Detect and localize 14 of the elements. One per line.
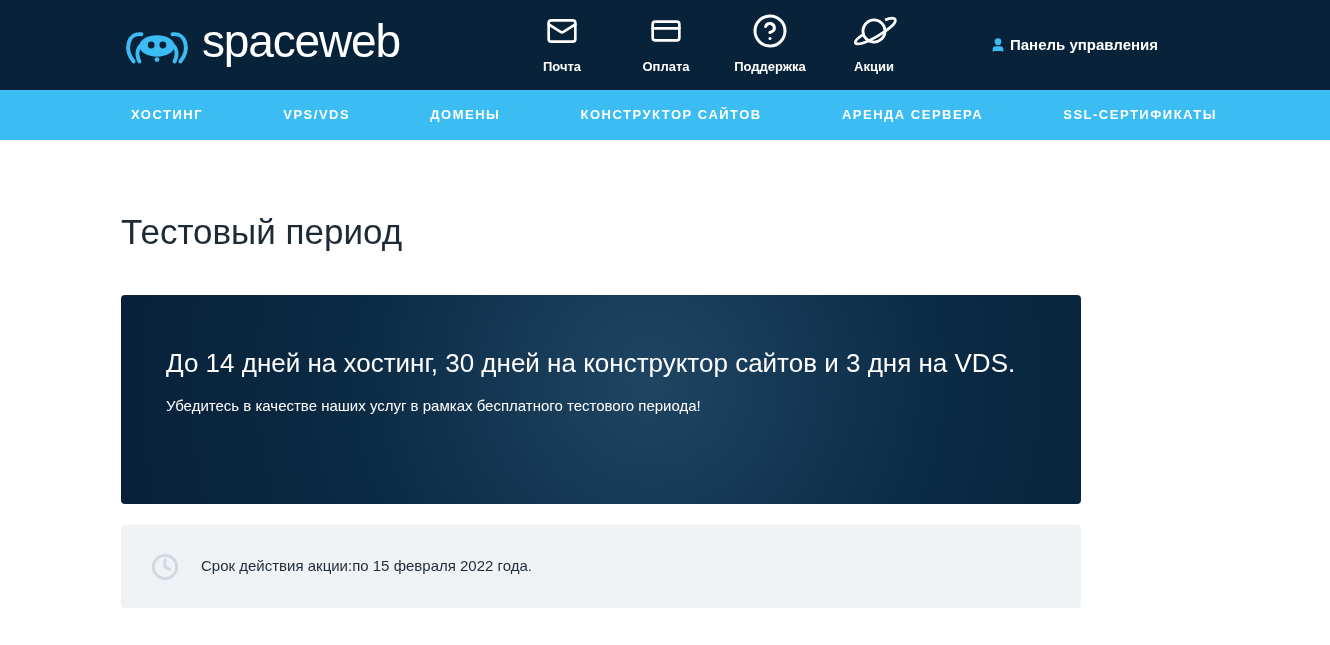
page-title: Тестовый период	[121, 214, 404, 249]
top-link[interactable]: Почта	[510, 13, 614, 77]
clock-icon	[151, 552, 179, 581]
logo-text: spaceweb	[202, 18, 400, 69]
banner-text: Убедитесь в качестве наших услуг в рамках бесплатного тестового периода!	[166, 396, 702, 416]
user-icon	[990, 37, 1006, 53]
top-link[interactable]: Акции	[822, 13, 926, 77]
help-icon	[752, 13, 788, 50]
banner-heading: До 14 дней на хостинг, 30 дней на конструктор сайтов и 3 дня на VDS.	[166, 347, 1017, 380]
top-link[interactable]: Поддержка	[718, 13, 822, 77]
control-panel-link[interactable]: Панель управления	[990, 33, 1159, 57]
validity-text: Срок действия акции:по 15 февраля 2022 года.	[201, 556, 532, 577]
top-link[interactable]: Оплата	[614, 13, 718, 77]
spaceweb-logo[interactable]: spaceweb	[120, 18, 510, 72]
